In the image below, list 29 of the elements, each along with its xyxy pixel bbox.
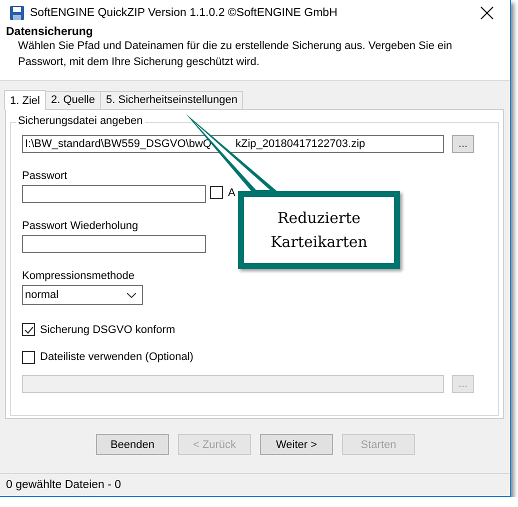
field-label: Kompressionsmethode [22, 270, 136, 282]
password-field[interactable] [22, 185, 206, 204]
checkbox-label: Dateiliste verwenden (Optional) [40, 351, 194, 364]
field-label: Passwort [22, 170, 68, 182]
dialog-button[interactable]: Weiter > [260, 434, 333, 456]
window-title: SoftENGINE QuickZIP Version 1.1.0.2 ©SoftENGINE GmbH [30, 6, 338, 19]
file-path-field[interactable]: I:\BW_standard\BW559_DSGVO\bwQ kZip_20180417122703.zip [22, 135, 444, 154]
section-title: Datensicherung [6, 26, 94, 38]
field-label: Passwort Wiederholung [22, 220, 140, 232]
tab[interactable]: 2. Quelle [44, 91, 101, 110]
chevron-down-icon [127, 292, 136, 298]
checkbox[interactable] [22, 350, 35, 364]
path-text: kZip_20180417122703.zip [235, 137, 366, 152]
dialog-button[interactable]: Beenden [96, 434, 169, 456]
close-icon[interactable] [480, 6, 494, 20]
path-text: I:\BW_standard\BW559_DSGVO\bwQ [25, 137, 212, 152]
tab[interactable]: 5. Sicherheitseinstellungen [100, 91, 244, 110]
browse-button[interactable]: ... [452, 135, 474, 154]
callout-text: Reduzierte Karteikarten [270, 208, 368, 253]
password-repeat-field[interactable] [22, 235, 206, 254]
checkbox[interactable] [210, 186, 223, 200]
group-title: Sicherungsdatei angeben [16, 115, 145, 128]
tab[interactable]: 1. Ziel [4, 90, 46, 110]
checkbox[interactable] [22, 323, 35, 336]
checkbox-label: A [228, 186, 236, 199]
status-bar: 0 gewählte Dateien - 0 [0, 473, 510, 496]
section-description: Wählen Sie Pfad und Dateinamen für die zu erstellende Sicherung aus. Vergeben Sie ein Passwort, mit dem Ihre Sicherung geschützt wird. [17, 39, 454, 70]
compression-dropdown[interactable]: normal [22, 285, 143, 306]
checkbox-label: Sicherung DSGVO konform [40, 324, 176, 336]
